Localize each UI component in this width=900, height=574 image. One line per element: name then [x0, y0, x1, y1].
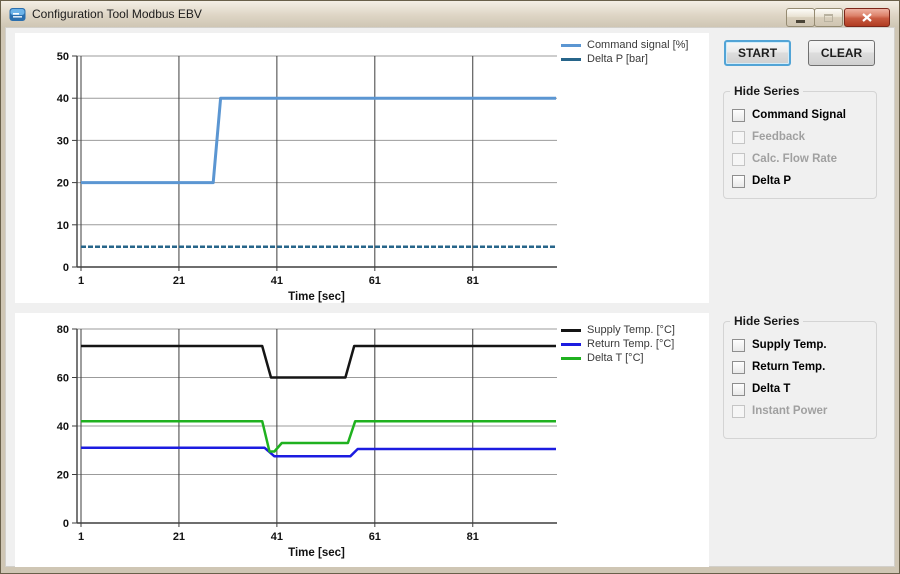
legend-label: Command signal [%]	[587, 39, 689, 51]
client-area: 01020304050121416181Time [sec] Command s…	[5, 27, 895, 567]
maximize-icon	[824, 14, 833, 22]
hide-series-row-delta-p: Delta P	[724, 170, 876, 192]
legend-item: Delta P [bar]	[561, 52, 689, 66]
hide-series-row-calc-flow-rate: Calc. Flow Rate	[724, 148, 876, 170]
hide-series-group-bottom: Hide Series Supply Temp.Return Temp.Delt…	[723, 321, 877, 439]
checkbox-instant-power	[732, 405, 745, 418]
clear-button[interactable]: CLEAR	[808, 40, 875, 66]
start-button[interactable]: START	[724, 40, 791, 66]
hide-series-row-command-signal: Command Signal	[724, 104, 876, 126]
checkbox-return-temp[interactable]	[732, 361, 745, 374]
svg-text:81: 81	[467, 275, 479, 287]
hide-series-row-delta-t: Delta T	[724, 378, 876, 400]
top-chart-legend: Command signal [%] Delta P [bar]	[561, 38, 689, 66]
legend-item: Command signal [%]	[561, 38, 689, 52]
svg-text:61: 61	[369, 531, 381, 543]
checkbox-label: Calc. Flow Rate	[752, 153, 837, 165]
maximize-button	[814, 8, 843, 27]
svg-text:41: 41	[271, 275, 283, 287]
svg-text:30: 30	[57, 135, 69, 147]
svg-text:21: 21	[173, 531, 185, 543]
app-icon	[9, 7, 26, 22]
svg-text:20: 20	[57, 178, 69, 190]
legend-swatch	[561, 44, 581, 47]
svg-text:1: 1	[78, 275, 84, 287]
checkbox-label: Return Temp.	[752, 361, 825, 373]
close-button[interactable]	[844, 8, 890, 27]
window-title: Configuration Tool Modbus EBV	[32, 7, 202, 21]
window-controls	[787, 8, 890, 27]
legend-item: Return Temp. [°C]	[561, 337, 675, 351]
legend-label: Delta T [°C]	[587, 352, 644, 364]
svg-text:50: 50	[57, 51, 69, 63]
legend-label: Supply Temp. [°C]	[587, 324, 675, 336]
svg-text:80: 80	[57, 324, 69, 336]
checkbox-calc-flow-rate	[732, 153, 745, 166]
group-title: Hide Series	[730, 84, 803, 98]
svg-text:21: 21	[173, 275, 185, 287]
svg-text:Time [sec]: Time [sec]	[288, 291, 345, 303]
svg-text:0: 0	[63, 262, 69, 274]
svg-text:60: 60	[57, 373, 69, 385]
hide-series-row-supply-temp: Supply Temp.	[724, 334, 876, 356]
svg-text:Time [sec]: Time [sec]	[288, 547, 345, 559]
close-icon	[862, 13, 872, 22]
hide-series-row-return-temp: Return Temp.	[724, 356, 876, 378]
minimize-button[interactable]	[786, 8, 815, 27]
svg-text:20: 20	[57, 470, 69, 482]
legend-swatch	[561, 343, 581, 346]
checkbox-supply-temp[interactable]	[732, 339, 745, 352]
titlebar[interactable]: Configuration Tool Modbus EBV	[1, 1, 899, 27]
minimize-icon	[796, 20, 805, 23]
legend-item: Delta T [°C]	[561, 351, 675, 365]
checkbox-label: Instant Power	[752, 405, 827, 417]
checkbox-label: Feedback	[752, 131, 805, 143]
legend-label: Delta P [bar]	[587, 53, 648, 65]
checkbox-label: Supply Temp.	[752, 339, 827, 351]
checkbox-label: Command Signal	[752, 109, 846, 121]
legend-swatch	[561, 58, 581, 61]
checkbox-delta-t[interactable]	[732, 383, 745, 396]
checkbox-label: Delta T	[752, 383, 790, 395]
svg-text:81: 81	[467, 531, 479, 543]
svg-text:1: 1	[78, 531, 84, 543]
legend-label: Return Temp. [°C]	[587, 338, 674, 350]
checkbox-list: Command Signal Feedback Calc. Flow Rate Del…	[724, 92, 876, 192]
svg-text:10: 10	[57, 220, 69, 232]
svg-text:0: 0	[63, 518, 69, 530]
legend-item: Supply Temp. [°C]	[561, 323, 675, 337]
svg-text:40: 40	[57, 421, 69, 433]
checkbox-feedback	[732, 131, 745, 144]
checkbox-command-signal[interactable]	[732, 109, 745, 122]
hide-series-row-instant-power: Instant Power	[724, 400, 876, 422]
legend-swatch	[561, 357, 581, 360]
app-window: Configuration Tool Modbus EBV 0102030405…	[0, 0, 900, 574]
hide-series-group-top: Hide Series Command SignalFeedbackCalc. …	[723, 91, 877, 199]
top-chart: 0 10 20 30 40 50 1 21 41 61 81 Time [sec]	[15, 33, 709, 303]
svg-text:40: 40	[57, 93, 69, 105]
svg-text:41: 41	[271, 531, 283, 543]
legend-swatch	[561, 329, 581, 332]
hide-series-row-feedback: Feedback	[724, 126, 876, 148]
bottom-chart-panel: 0 20 40 60 80 1 21 41 61 81 Time [sec] Supply Temp…	[15, 313, 709, 567]
bottom-chart-legend: Supply Temp. [°C] Return Temp. [°C] Delta …	[561, 323, 675, 365]
group-title: Hide Series	[730, 314, 803, 328]
checkbox-label: Delta P	[752, 175, 791, 187]
checkbox-list: Supply Temp. Return Temp. Delta T Instant P…	[724, 322, 876, 422]
top-chart-panel: 0 10 20 30 40 50 1 21 41 61 81 Time [sec] Command s…	[15, 33, 709, 303]
svg-text:61: 61	[369, 275, 381, 287]
checkbox-delta-p[interactable]	[732, 175, 745, 188]
